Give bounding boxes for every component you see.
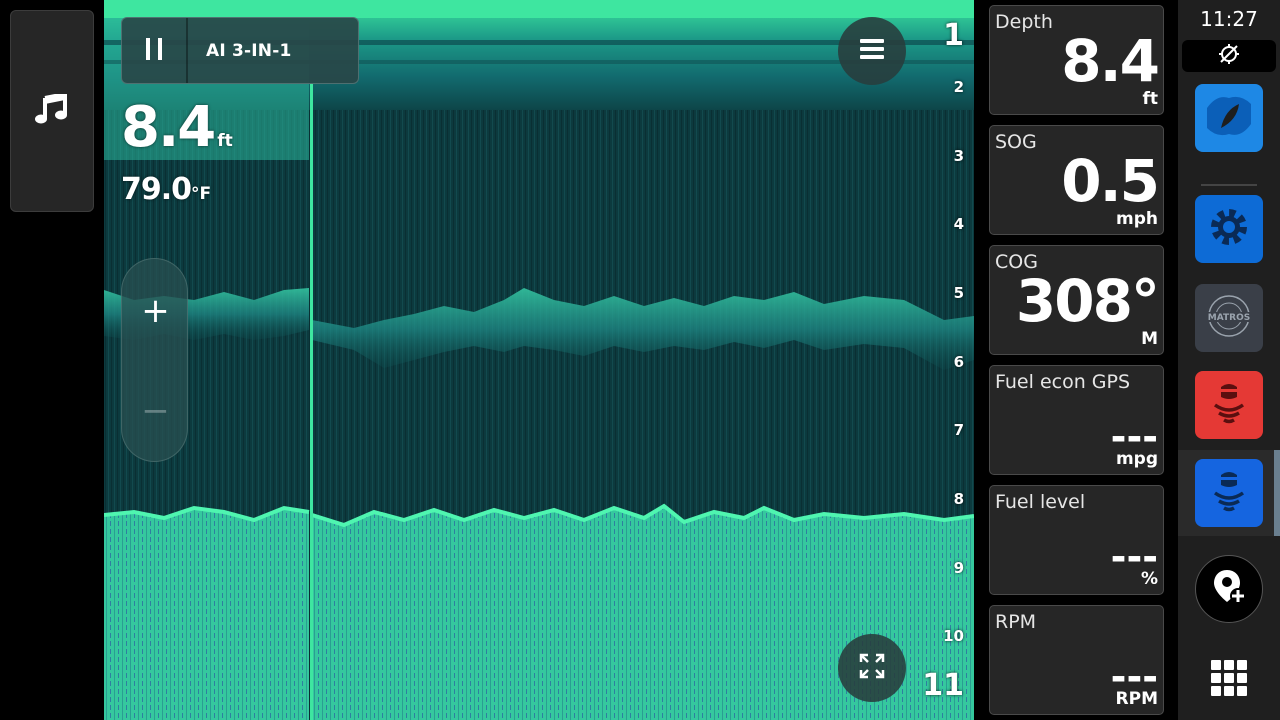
apps-grid-button[interactable]: [1211, 660, 1247, 696]
sonar-app-blue[interactable]: [1195, 459, 1263, 527]
zoom-in-button[interactable]: +: [122, 271, 189, 351]
app-bar: 11:27 MATROS: [1178, 0, 1280, 720]
grid-dot: [1211, 660, 1221, 670]
water-temperature-readout: 79.0°F: [121, 175, 211, 205]
tile-label: Depth: [995, 11, 1053, 33]
chart-app[interactable]: [1195, 84, 1263, 152]
chart-icon: [1207, 94, 1251, 142]
depth-value: 8.4: [121, 95, 216, 160]
depth-scale-label: 6: [953, 353, 964, 371]
depth-scale-label: 4: [953, 215, 964, 233]
scroll-indicator: [1274, 450, 1280, 536]
gps-off-icon: [1218, 43, 1240, 69]
tile-label: Fuel econ GPS: [995, 371, 1131, 393]
tile-unit: ft: [1142, 89, 1158, 109]
depth-scale-label: 10: [943, 627, 964, 645]
sonar-view[interactable]: AI 3-IN-1 8.4 ft 79.0°F + − 1 2 3 4 5 6 7…: [104, 0, 974, 720]
depth-readout: 8.4 ft: [121, 100, 233, 156]
rpm-tile[interactable]: RPM --- RPM: [989, 605, 1164, 715]
depth-scale-label: 1: [943, 18, 964, 53]
sonar-app-red[interactable]: [1195, 371, 1263, 439]
depth-scale-label: 5: [953, 284, 964, 302]
tile-value: 0.5: [1061, 147, 1160, 215]
expand-icon: [859, 653, 885, 683]
gps-status[interactable]: [1182, 40, 1276, 72]
tile-value: 8.4: [1061, 27, 1160, 95]
pause-button[interactable]: [122, 18, 188, 83]
source-label: AI 3-IN-1: [206, 40, 292, 61]
temperature-value: 79.0: [121, 172, 192, 207]
depth-scale-label: 11: [922, 668, 964, 703]
depth-scale-label: 9: [953, 559, 964, 577]
instrument-panel: Depth 8.4 ft SOG 0.5 mph COG 308° M Fuel…: [974, 0, 1178, 720]
tile-label: SOG: [995, 131, 1037, 153]
left-rail: [0, 0, 104, 720]
matros-logo-icon: MATROS: [1199, 286, 1259, 350]
pause-icon: [145, 37, 163, 64]
settings-gear-icon: [1207, 205, 1251, 253]
grid-dot: [1237, 686, 1247, 696]
divider: [1201, 184, 1257, 186]
depth-tile[interactable]: Depth 8.4 ft: [989, 5, 1164, 115]
tile-unit: RPM: [1115, 689, 1158, 709]
tile-unit: M: [1141, 329, 1158, 349]
sog-tile[interactable]: SOG 0.5 mph: [989, 125, 1164, 235]
music-button[interactable]: [10, 10, 94, 212]
clock: 11:27: [1200, 7, 1258, 31]
zoom-control: + −: [121, 258, 188, 462]
cog-tile[interactable]: COG 308° M: [989, 245, 1164, 355]
music-note-icon: [35, 91, 69, 128]
add-waypoint-icon: [1212, 568, 1246, 610]
menu-button[interactable]: [838, 17, 906, 85]
settings-app[interactable]: [1195, 195, 1263, 263]
tile-value: 308°: [1015, 267, 1160, 335]
hamburger-menu-icon: [860, 39, 884, 63]
tile-unit: %: [1140, 569, 1158, 589]
add-waypoint-button[interactable]: [1195, 555, 1263, 623]
grid-dot: [1211, 686, 1221, 696]
grid-dot: [1224, 660, 1234, 670]
source-selector[interactable]: AI 3-IN-1: [121, 17, 359, 84]
tile-unit: mpg: [1115, 449, 1158, 469]
grid-dot: [1237, 673, 1247, 683]
tile-label: RPM: [995, 611, 1037, 633]
grid-dot: [1211, 673, 1221, 683]
tile-label: Fuel level: [995, 491, 1086, 513]
temperature-unit: °F: [191, 184, 212, 204]
grid-dot: [1224, 686, 1234, 696]
fullscreen-button[interactable]: [838, 634, 906, 702]
grid-dot: [1237, 660, 1247, 670]
tile-unit: mph: [1116, 209, 1158, 229]
sonar-transducer-icon: [1209, 469, 1249, 517]
svg-text:MATROS: MATROS: [1208, 313, 1250, 323]
depth-scale-label: 3: [953, 147, 964, 165]
depth-scale-label: 7: [953, 421, 964, 439]
zoom-out-button[interactable]: −: [122, 371, 189, 451]
fuel-level-tile[interactable]: Fuel level --- %: [989, 485, 1164, 595]
sonar-app-screen: AI 3-IN-1 8.4 ft 79.0°F + − 1 2 3 4 5 6 7…: [0, 0, 1280, 720]
fuel-econ-tile[interactable]: Fuel econ GPS --- mpg: [989, 365, 1164, 475]
depth-scale-label: 2: [953, 78, 964, 96]
matros-app[interactable]: MATROS: [1195, 284, 1263, 352]
sonar-transducer-icon: [1209, 381, 1249, 429]
depth-scale-label: 8: [953, 490, 964, 508]
grid-dot: [1224, 673, 1234, 683]
sonar-echogram: [104, 0, 974, 720]
depth-unit: ft: [217, 131, 233, 151]
